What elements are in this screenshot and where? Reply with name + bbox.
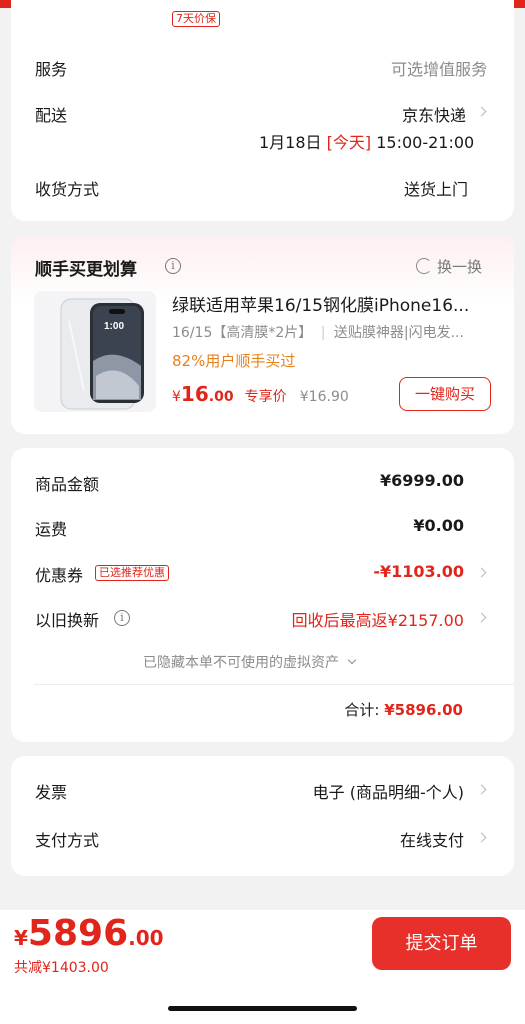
hidden-assets-text: 已隐藏本单不可使用的虚拟资产: [143, 655, 339, 671]
invoice-card: [11, 756, 514, 876]
product-note: 82%用户顺手买过: [172, 352, 296, 370]
price-currency: ¥: [172, 389, 181, 405]
addon-title: 顺手买更划算: [35, 260, 137, 280]
amount-label: 商品金额: [35, 475, 100, 494]
shipping-time: 15:00-21:00: [376, 133, 475, 152]
service-value: 可选增值服务: [390, 60, 487, 79]
one-click-buy-button[interactable]: 一键购买: [399, 377, 491, 411]
total-label: 合计:: [344, 701, 380, 719]
shipping-time-row[interactable]: 1月18日 [今天] 15:00-21:00: [259, 129, 474, 153]
amount-value: ¥6999.00: [379, 471, 464, 490]
shipping-label: 配送: [35, 106, 68, 125]
submit-order-button[interactable]: 提交订单: [372, 917, 511, 970]
receive-value[interactable]: 送货上门: [404, 176, 468, 200]
phone-time: 1:00: [104, 321, 124, 332]
coupon-value[interactable]: -¥1103.00: [373, 562, 464, 581]
refresh-icon: [416, 258, 432, 274]
tradein-label: 以旧换新: [35, 611, 100, 630]
freight-value: ¥0.00: [413, 516, 464, 535]
price-protect-tag: 7天价保: [172, 11, 220, 27]
tradein-value[interactable]: 回收后最高返¥2157.00: [292, 607, 464, 631]
tradein-info-icon[interactable]: i: [114, 610, 130, 626]
shipping-date: 1月18日: [259, 133, 322, 152]
product-title[interactable]: 绿联适用苹果16/15钢化膜iPhone16...: [172, 291, 469, 316]
service-label: 服务: [35, 60, 68, 79]
product-price: ¥16.00 专享价 ¥16.90: [172, 382, 349, 406]
bottom-price-dec: .00: [128, 926, 164, 950]
original-price: ¥16.90: [299, 389, 349, 405]
total-row: 合计: ¥5896.00: [344, 699, 463, 720]
price-tag: 专享价: [244, 389, 287, 405]
price-dec: .00: [208, 389, 234, 405]
total-value: ¥5896.00: [384, 701, 463, 719]
bottom-price-int: 5896: [27, 913, 129, 954]
invoice-label: 发票: [35, 783, 68, 802]
refresh-button[interactable]: 换一换: [416, 256, 482, 277]
service-row-value[interactable]: 可选增值服务: [391, 56, 487, 80]
price-int: 16: [180, 382, 209, 406]
product-subtitle-2: 送贴膜神器|闪电发...: [333, 325, 464, 341]
product-image[interactable]: 1:00: [34, 291, 156, 412]
payment-value[interactable]: 在线支付: [400, 827, 464, 851]
product-subtitle: 16/15【高清膜*2片】: [172, 325, 313, 341]
coupon-tag: 已选推荐优惠: [95, 565, 169, 581]
subtitle-separator: |: [320, 325, 326, 341]
invoice-value[interactable]: 电子 (商品明细-个人): [313, 779, 464, 803]
product-subtitle-row: 16/15【高清膜*2片】 | 送贴膜神器|闪电发...: [172, 322, 464, 342]
payment-label: 支付方式: [35, 831, 100, 850]
bottom-currency: ¥: [14, 926, 28, 950]
chevron-down-icon: [348, 655, 357, 665]
summary-divider: [34, 684, 514, 685]
bottom-total: ¥5896.00: [14, 913, 164, 954]
coupon-label: 优惠券: [35, 566, 84, 585]
home-indicator[interactable]: [168, 1006, 357, 1011]
refresh-label: 换一换: [437, 258, 483, 276]
freight-label: 运费: [35, 520, 68, 539]
shipping-value[interactable]: 京东快递: [402, 102, 466, 126]
saved-amount: 共减¥1403.00: [14, 960, 109, 976]
receive-label: 收货方式: [35, 180, 100, 199]
info-icon[interactable]: i: [165, 258, 181, 274]
hidden-assets-toggle[interactable]: 已隐藏本单不可使用的虚拟资产: [143, 652, 357, 672]
shipping-today: [今天]: [326, 133, 372, 152]
phone-illustration: 1:00: [60, 298, 144, 410]
